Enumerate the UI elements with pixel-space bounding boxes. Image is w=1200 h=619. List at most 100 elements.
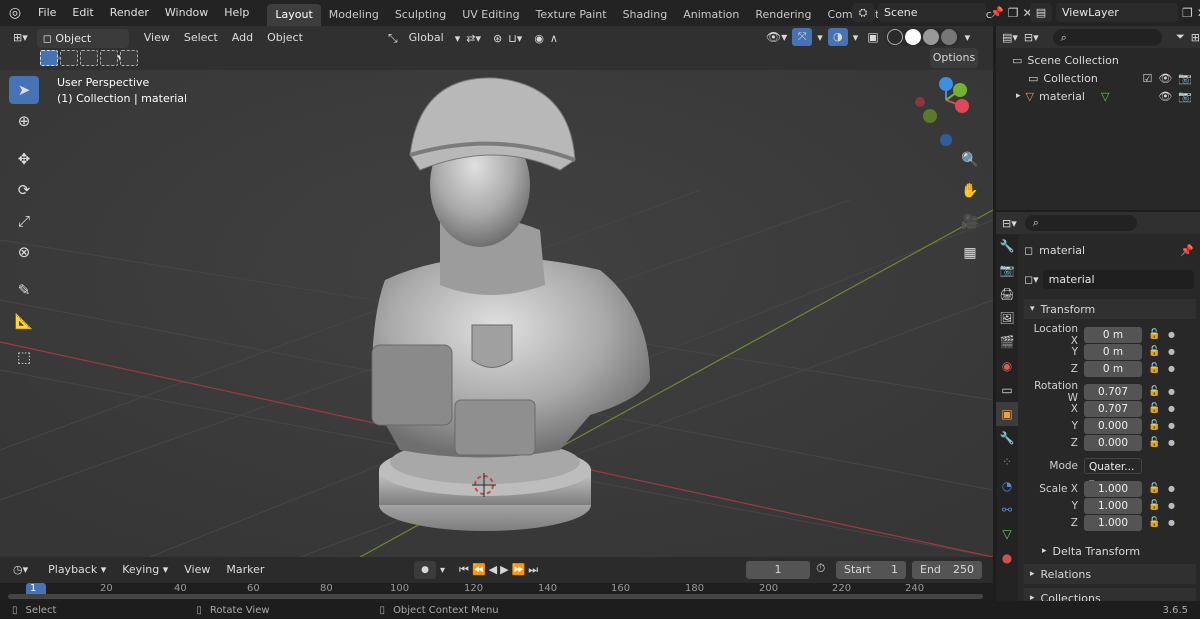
exclude-checkbox-icon[interactable]: ☑ (1142, 72, 1152, 85)
pin-icon[interactable]: 📌 (990, 6, 1004, 19)
orientation-icon[interactable]: ⤡ (388, 31, 398, 46)
scene-name-field[interactable]: Scene (878, 3, 986, 22)
view-layer-icon[interactable]: ▤ (1030, 3, 1052, 22)
chevron-down-icon[interactable]: ▾ (853, 31, 859, 44)
location-y-field[interactable]: 0 m (1084, 343, 1142, 360)
tab-uv-editing[interactable]: UV Editing (454, 4, 527, 26)
outliner-row-collection[interactable]: ▭ Collection ☑ 👁 📷 (996, 69, 1200, 87)
filter-icon[interactable]: ⏷ (1176, 30, 1185, 44)
tab-sculpting[interactable]: Sculpting (387, 4, 454, 26)
cursor-tool-icon[interactable]: ⊕ (9, 107, 39, 135)
modifier-tab-icon[interactable]: 🔧 (996, 426, 1018, 450)
proportional-edit-icon[interactable]: ◉ (534, 32, 544, 45)
options-button[interactable]: Options ▾ (930, 48, 978, 84)
timeline-ruler[interactable]: 1 20 40 60 80 100 120 140 160 180 200 22… (0, 583, 993, 601)
render-tab-icon[interactable]: 📷 (996, 258, 1018, 282)
rotation-z-field[interactable]: 0.000 (1084, 434, 1142, 451)
transform-tool-icon[interactable]: ⊗ (9, 238, 39, 266)
select-box-icon[interactable] (40, 50, 58, 66)
keying-chevron-icon[interactable]: ▾ (440, 565, 445, 576)
play-reverse-icon[interactable]: ◀ (489, 563, 497, 577)
keyframe-dot-icon[interactable]: ● (1168, 387, 1175, 396)
rotate-tool-icon[interactable]: ⟳ (9, 176, 39, 204)
location-z-field[interactable]: 0 m (1084, 360, 1142, 377)
scene-icon[interactable]: ⛭ (852, 3, 874, 22)
keyframe-dot-icon[interactable]: ● (1168, 404, 1175, 413)
menu-keying[interactable]: Keying ▾ (117, 560, 173, 580)
camera-icon[interactable]: 🎥 (956, 208, 984, 236)
scale-z-field[interactable]: 1.000 (1084, 514, 1142, 531)
tool-tab-icon[interactable]: 🔧 (996, 234, 1018, 258)
pin-icon[interactable]: 📌 (1180, 244, 1194, 257)
material-tab-icon[interactable]: ● (996, 546, 1018, 570)
collection-tab-icon[interactable]: ▭ (996, 378, 1018, 402)
menu-add[interactable]: Add (227, 28, 258, 48)
rotation-x-field[interactable]: 0.707 (1084, 400, 1142, 417)
lock-icon[interactable]: 🔓 (1148, 420, 1162, 431)
menu-file[interactable]: File (30, 0, 64, 26)
collections-panel-header[interactable]: ▸ Collections (1024, 588, 1196, 602)
new-scene-icon[interactable]: ❐ (1008, 6, 1019, 20)
jump-end-icon[interactable]: ⏭ (528, 563, 538, 577)
grid-perspective-icon[interactable]: ▦ (956, 239, 984, 267)
scale-x-field[interactable]: 1.000 (1084, 480, 1142, 497)
tab-shading[interactable]: Shading (615, 4, 676, 26)
tab-rendering[interactable]: Rendering (747, 4, 819, 26)
visibility-icon[interactable]: 👁▾ (766, 30, 787, 44)
expand-arrow-icon[interactable]: ▸ (1016, 91, 1021, 101)
play-icon[interactable]: ▶ (500, 563, 508, 577)
wireframe-shading-icon[interactable] (886, 29, 903, 45)
properties-editor-icon[interactable]: ⊟▾ (1002, 217, 1017, 230)
timeline-scrollbar[interactable] (8, 594, 983, 599)
xray-icon[interactable]: ▣ (867, 30, 878, 44)
keyframe-dot-icon[interactable]: ● (1168, 364, 1175, 373)
camera-render-icon[interactable]: 📷 (1178, 72, 1192, 85)
transform-orientation-dropdown[interactable]: Global (404, 28, 449, 48)
view-layer-field[interactable]: ViewLayer (1056, 3, 1178, 22)
blender-logo-icon[interactable]: ◎ (0, 5, 30, 21)
new-view-layer-icon[interactable]: ❐ (1182, 6, 1193, 20)
eye-icon[interactable]: 👁 (1158, 90, 1172, 103)
tab-layout[interactable]: Layout (267, 4, 321, 26)
gizmo-neg-x-icon[interactable] (915, 97, 925, 107)
new-collection-icon[interactable]: ⊞ (1191, 31, 1200, 44)
annotate-tool-icon[interactable]: ✎ (9, 276, 39, 304)
object-data-icon[interactable]: ◻▾ (1024, 273, 1039, 286)
delta-transform-header[interactable]: ▸ Delta Transform (1042, 542, 1140, 560)
keyframe-dot-icon[interactable]: ● (1168, 518, 1175, 527)
measure-tool-icon[interactable]: 📐 (9, 307, 39, 335)
timeline-editor-icon[interactable]: ◷▾ (8, 560, 33, 580)
rotation-w-field[interactable]: 0.707 (1084, 383, 1142, 400)
gizmo-y-icon[interactable] (953, 83, 967, 97)
scale-y-field[interactable]: 1.000 (1084, 497, 1142, 514)
scale-tool-icon[interactable]: ⤢ (9, 207, 39, 235)
menu-marker[interactable]: Marker (221, 560, 269, 580)
select-intersect-icon[interactable] (120, 50, 138, 66)
select-subtract-icon[interactable] (80, 50, 98, 66)
physics-tab-icon[interactable]: ◔ (996, 474, 1018, 498)
camera-render-icon[interactable]: 📷 (1178, 90, 1192, 103)
lock-icon[interactable]: 🔓 (1148, 346, 1162, 357)
menu-select[interactable]: Select (179, 28, 223, 48)
gizmo-neg-z-icon[interactable] (940, 134, 952, 146)
keyframe-dot-icon[interactable]: ● (1168, 484, 1175, 493)
snap-icon[interactable]: ⊛ (493, 32, 502, 45)
rotation-mode-dropdown[interactable]: Quater... ▾ (1084, 457, 1142, 489)
solid-shading-icon[interactable] (904, 29, 921, 45)
lock-icon[interactable]: 🔓 (1148, 386, 1162, 397)
keyframe-dot-icon[interactable]: ● (1168, 347, 1175, 356)
keyframe-dot-icon[interactable]: ● (1168, 421, 1175, 430)
select-invert-icon[interactable] (100, 50, 118, 66)
rotation-y-field[interactable]: 0.000 (1084, 417, 1142, 434)
pan-hand-icon[interactable]: ✋ (956, 177, 984, 205)
mesh-data-icon[interactable]: ▽ (1101, 90, 1158, 103)
outliner-row-material[interactable]: ▸ ▽ material ▽ 👁 📷 (996, 87, 1200, 105)
zoom-icon[interactable]: 🔍 (956, 146, 984, 174)
end-frame-field[interactable]: End 250 (912, 561, 982, 579)
constraints-tab-icon[interactable]: ⚯ (996, 498, 1018, 522)
output-tab-icon[interactable]: 🖨 (996, 282, 1018, 306)
object-tab-icon[interactable]: ▣ (996, 402, 1018, 426)
scene-tab-icon[interactable]: 🎬 (996, 330, 1018, 354)
falloff-icon[interactable]: ∧ (550, 32, 558, 45)
prev-keyframe-icon[interactable]: ⏪ (472, 563, 486, 577)
